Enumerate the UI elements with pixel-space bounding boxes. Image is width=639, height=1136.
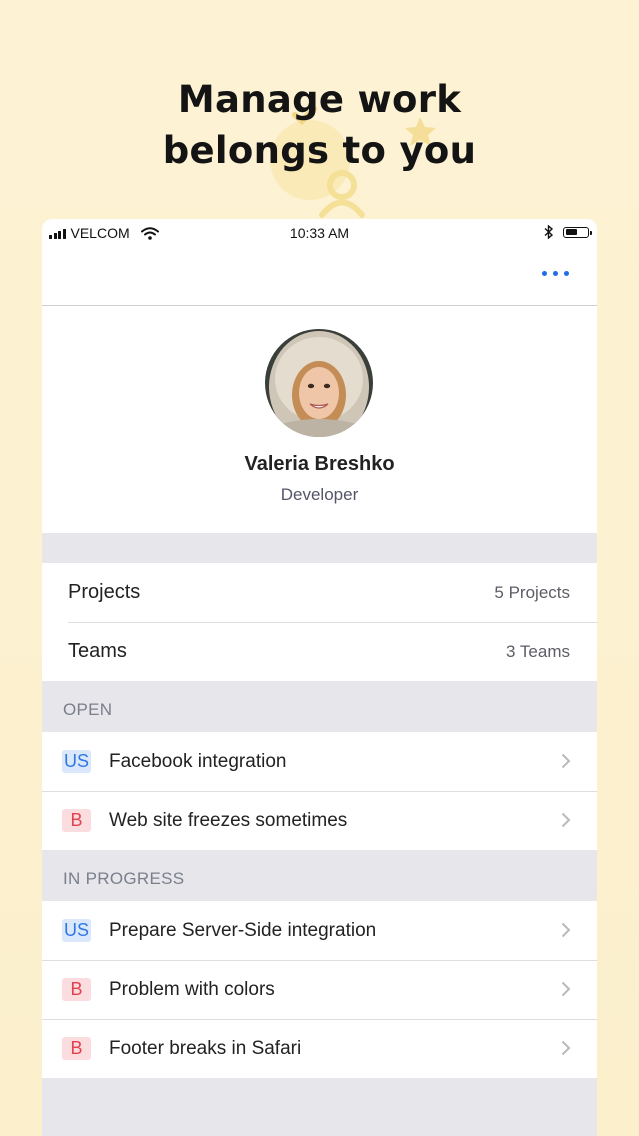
hero-title-line1: Manage work [177,78,462,121]
avatar-photo [265,329,373,437]
profile-name: Valeria Breshko [244,453,395,475]
hero-title: Manage work belongs to you [0,74,639,176]
chevron-right-icon [561,1040,571,1056]
issue-title: Web site freezes sometimes [109,809,348,831]
chevron-right-icon [561,753,571,769]
teams-row[interactable]: Teams 3 Teams [42,622,597,681]
profile-card: Valeria Breshko Developer [42,306,597,533]
projects-count: 5 Projects [494,582,570,602]
bug-badge: B [62,978,91,1001]
hero-banner: Manage work belongs to you [0,0,639,218]
list-item[interactable]: US Facebook integration [42,732,597,791]
chevron-right-icon [561,981,571,997]
list-item[interactable]: US Prepare Server-Side integration [42,901,597,960]
teams-count: 3 Teams [506,641,570,661]
bug-badge: B [62,1037,91,1060]
list-item[interactable]: B Web site freezes sometimes [42,791,597,850]
status-bar: VELCOM 10:33 AM [42,219,597,247]
issue-title: Prepare Server-Side integration [109,919,377,941]
open-issues-list: US Facebook integration B Web site freez… [42,732,597,850]
list-item[interactable]: B Problem with colors [42,960,597,1019]
status-time: 10:33 AM [289,225,350,241]
user-story-badge: US [62,750,91,773]
issue-title: Facebook integration [109,750,287,772]
navigation-bar [42,247,597,306]
teams-label: Teams [68,640,127,662]
bug-badge: B [62,809,91,832]
status-right [544,225,592,239]
more-icon [542,271,547,276]
hero-title-line2: belongs to you [162,129,477,172]
avatar[interactable] [265,329,373,437]
user-story-badge: US [62,919,91,942]
projects-row[interactable]: Projects 5 Projects [42,563,597,622]
issue-title: Footer breaks in Safari [109,1037,302,1059]
list-item[interactable]: B Footer breaks in Safari [42,1019,597,1078]
section-header-open: OPEN [63,700,113,719]
bluetooth-icon [544,225,553,239]
in-progress-issues-list: US Prepare Server-Side integration B Pro… [42,901,597,1078]
phone-screen: VELCOM 10:33 AM Valeria Breshko Develope… [42,219,597,1136]
chevron-right-icon [561,922,571,938]
battery-icon [563,226,592,238]
issue-title: Problem with colors [109,978,275,1000]
more-options-button[interactable] [542,271,569,276]
projects-label: Projects [68,581,141,603]
chevron-right-icon [561,812,571,828]
section-header-in-progress: IN PROGRESS [63,869,185,888]
stats-list: Projects 5 Projects Teams 3 Teams [42,563,597,681]
profile-role: Developer [280,485,359,504]
